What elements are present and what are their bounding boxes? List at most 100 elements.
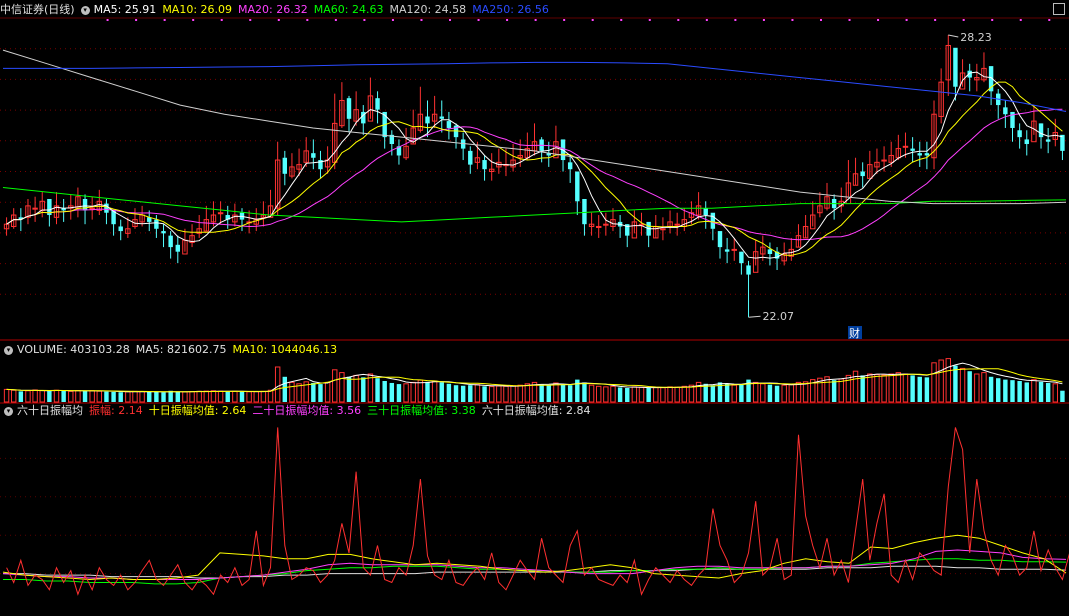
collapse-toggle-icon[interactable]: ▾ [80,5,90,15]
volume-bar [560,384,566,402]
volume-bar [375,378,380,402]
candle-body [1017,130,1022,138]
candle-body [1060,134,1065,151]
volume-bar [332,369,338,403]
volume-bar [902,373,909,403]
volume-bar [488,386,495,403]
period-marker [819,19,822,21]
period-marker [334,19,337,21]
stock-chart[interactable]: 28.23 22.07 财 [0,0,1069,616]
volume-ma10-line [6,368,1063,393]
volume-bar [318,384,323,402]
volume-bar [203,390,210,403]
volume-bar [1024,382,1029,402]
volume-bar [246,391,252,403]
candle-body [660,228,666,231]
volume-bar [760,383,766,403]
volume-bar [1031,379,1037,403]
volume-bar [474,384,481,403]
volume-bar [945,358,951,403]
volume-bar [781,384,787,403]
period-marker [420,19,423,21]
volume-bar [752,381,759,403]
period-marker [1048,19,1051,21]
candle-body [860,171,865,177]
candle-body [674,223,680,226]
volume-bar [724,383,730,402]
volume-bar [660,387,666,403]
volume-bar [482,386,487,402]
volume-bar [32,389,38,403]
volume-bar [282,376,288,402]
volume-bar [396,384,402,402]
financial-report-label: 财 [849,326,860,340]
volume-legend-item-1: MA10: 1044046.13 [232,343,338,356]
period-marker [791,19,794,21]
volume-bar [225,391,230,402]
volume-legend: ▾ VOLUME: 403103.28 MA5: 821602.75 MA10: 10… [0,342,349,358]
volume-bar [553,382,559,403]
period-marker [220,19,223,21]
candle-body [32,207,38,210]
volume-bar [617,387,623,402]
volume-bar [988,376,994,402]
period-marker [848,19,851,21]
volume-bar [838,378,844,403]
volume-bar [974,373,980,403]
period-marker [991,19,994,21]
candle-body [439,116,444,119]
volume-bar [189,391,195,403]
candle-body [767,249,773,254]
candle-body [924,153,930,156]
volume-bar [1052,383,1059,403]
volume-bar [603,386,609,403]
volume-legend-item-0: MA5: 821602.75 [135,343,227,356]
volume-bar [111,391,116,402]
candle-body [89,207,95,210]
candle-body [567,162,573,170]
volume-bar [311,382,316,402]
volume-bar [625,388,630,402]
collapse-toggle-icon[interactable]: ▾ [4,406,13,416]
volume-bar [1010,380,1015,402]
volume-bar [588,384,595,403]
amp20-line [2,549,1067,580]
candle-body [881,159,887,162]
volume-bar [546,385,551,402]
period-marker [192,19,195,21]
volume-bar [831,380,837,402]
amplitude-legend-item-0: 振幅: 2.14 [89,404,143,417]
candle-body [575,171,580,202]
period-marker [648,19,651,21]
low-pointer [748,315,761,318]
volume-bar [595,385,602,403]
amplitude-legend-item-3: 三十日振幅均值: 3.38 [367,404,476,417]
collapse-toggle-icon[interactable]: ▾ [4,345,13,355]
candle-body [161,231,166,234]
volume-bar [18,391,24,402]
candle-body [638,223,645,226]
volume-bar [710,385,716,402]
candle-body [731,248,737,251]
volume-bar [132,390,138,403]
volume-bar [61,390,66,402]
volume-bar [953,365,958,402]
volume-bar [731,384,737,403]
volume-bar [1060,390,1065,402]
volume-bar [881,374,887,403]
volume-bar [524,383,531,403]
volume-bar [104,391,109,402]
candle-body [375,98,380,110]
volume-bar [539,384,544,402]
volume-bar [175,391,181,402]
maximize-icon[interactable] [1053,3,1065,15]
volume-bar [403,383,409,403]
period-marker [135,19,138,21]
volume-bar [75,390,81,403]
volume-bar [774,385,780,402]
volume-bar [10,389,17,403]
candle-body [710,212,716,229]
volume-bar [917,376,922,402]
volume-bar [802,381,809,403]
period-marker [106,19,109,21]
